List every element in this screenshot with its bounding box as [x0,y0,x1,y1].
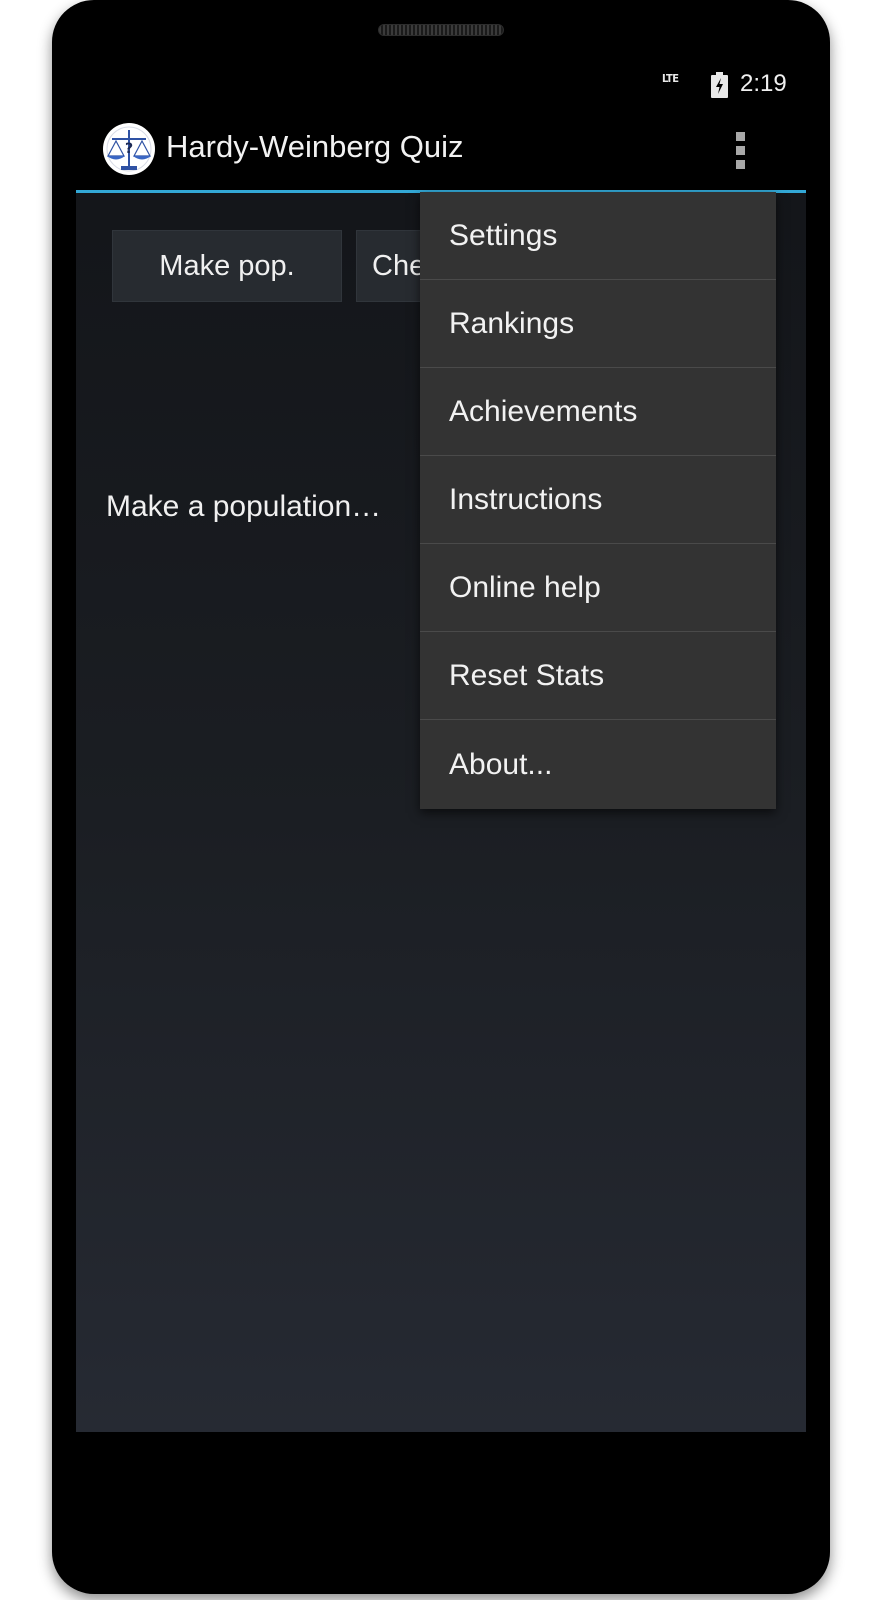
network-type: LTE [662,72,679,85]
overflow-menu: Settings Rankings Achievements Instructi… [420,192,776,809]
scales-question-icon[interactable]: ? [102,122,156,176]
menu-item-rankings[interactable]: Rankings [420,280,776,368]
screen: LTE 2:19 ? Hardy-Weinberg Quiz Make pop.… [76,70,806,1432]
menu-item-online-help[interactable]: Online help [420,544,776,632]
overflow-menu-icon[interactable] [721,128,761,172]
phone-frame: LTE 2:19 ? Hardy-Weinberg Quiz Make pop.… [52,0,830,1594]
svg-text:?: ? [125,141,133,157]
menu-item-reset-stats[interactable]: Reset Stats [420,632,776,720]
battery-charging-icon [711,72,728,98]
status-time: 2:19 [740,70,787,97]
action-bar: ? Hardy-Weinberg Quiz [76,108,806,193]
menu-item-achievements[interactable]: Achievements [420,368,776,456]
menu-item-settings[interactable]: Settings [420,192,776,280]
menu-item-about[interactable]: About... [420,720,776,809]
status-bar: LTE 2:19 [76,70,806,109]
make-pop-button[interactable]: Make pop. [112,230,342,302]
speaker-grille [378,24,504,36]
app-title: Hardy-Weinberg Quiz [166,129,464,164]
prompt-text: Make a population… [106,490,382,523]
menu-item-instructions[interactable]: Instructions [420,456,776,544]
